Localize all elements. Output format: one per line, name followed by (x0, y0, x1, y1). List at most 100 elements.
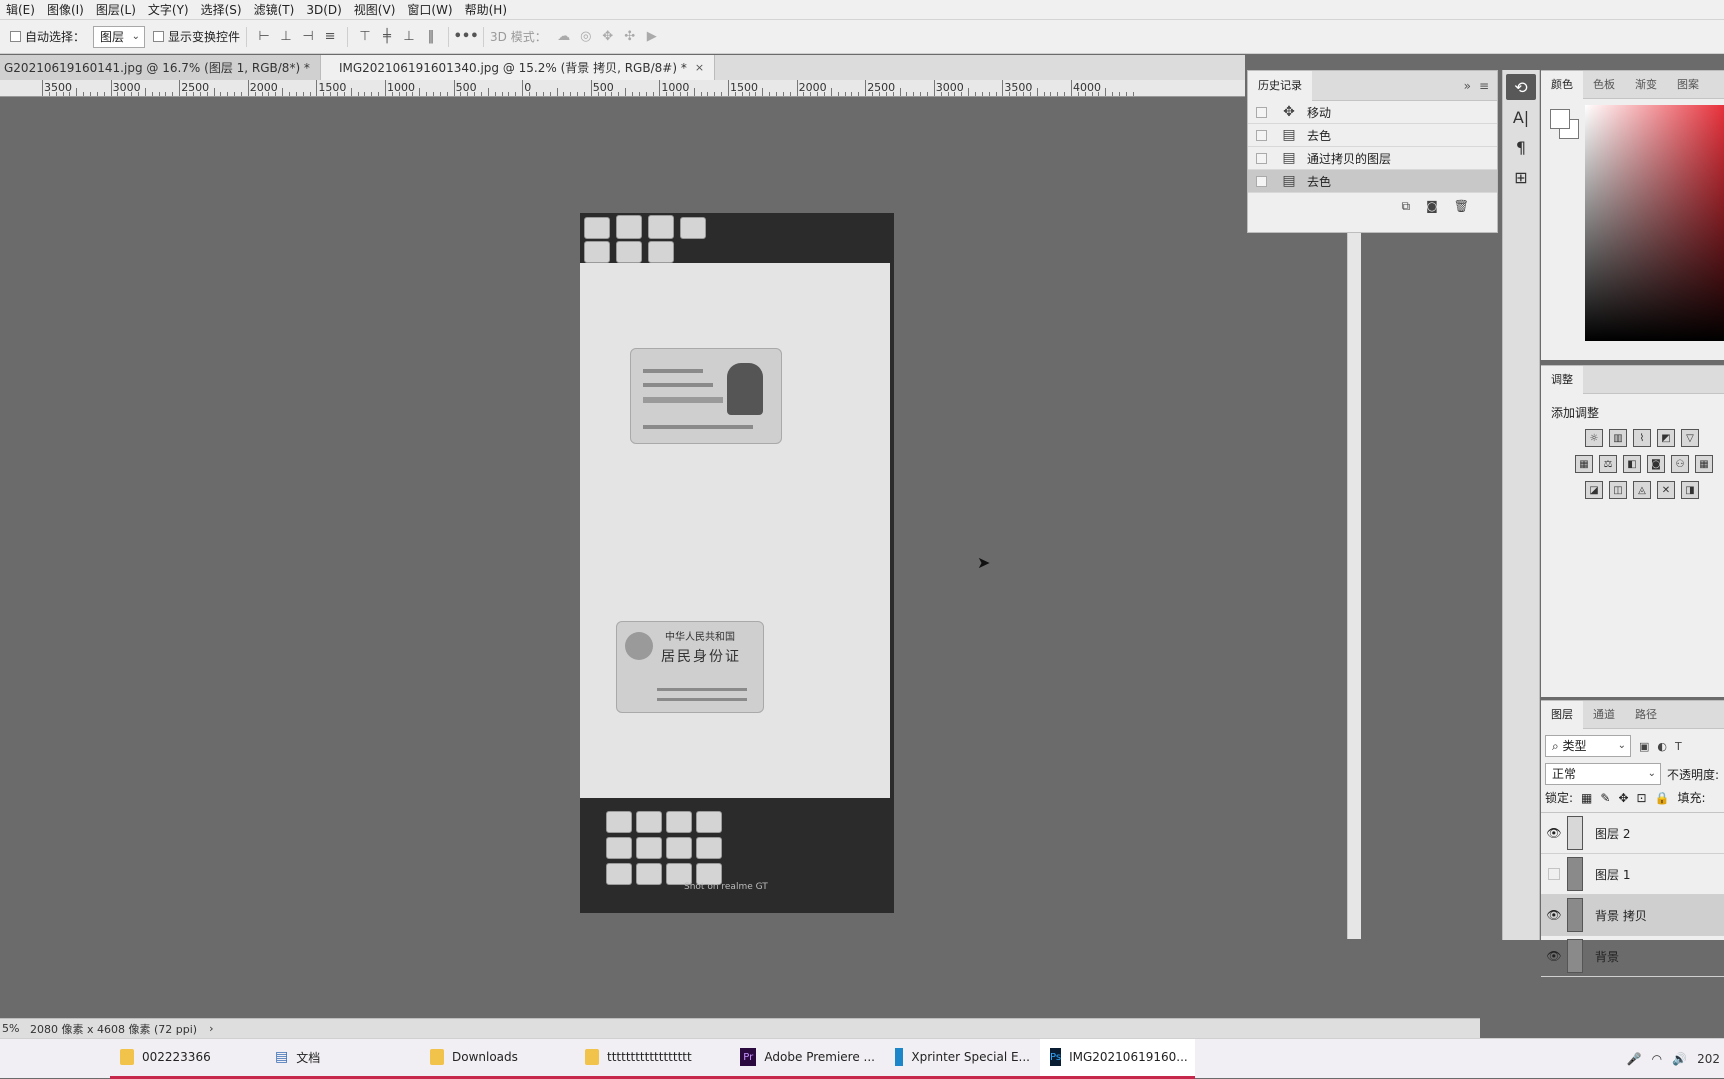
menu-window[interactable]: 窗口(W) (401, 1, 458, 18)
align-left-icon[interactable]: ⊢ (253, 26, 275, 48)
menu-select[interactable]: 选择(S) (195, 1, 248, 18)
3d-pan-icon[interactable]: ✥ (597, 26, 619, 48)
clock[interactable]: 202 (1697, 1052, 1720, 1066)
lock-paint-icon[interactable]: ✎ (1600, 791, 1610, 805)
tab-history[interactable]: 历史记录 (1248, 70, 1312, 101)
levels-icon[interactable]: ▥ (1609, 429, 1627, 447)
tab-document-1[interactable]: G20210619160141.jpg @ 16.7% (图层 1, RGB/8… (0, 55, 321, 80)
snapshot-checkbox[interactable] (1256, 152, 1267, 164)
history-icon[interactable]: ⟲ (1506, 74, 1536, 100)
blend-mode-dropdown[interactable]: 正常 ⌄ (1545, 763, 1661, 785)
snapshot-checkbox[interactable] (1256, 175, 1267, 187)
tab-color[interactable]: 颜色 (1541, 70, 1583, 99)
brightness-icon[interactable]: ☼ (1585, 429, 1603, 447)
snapshot-checkbox[interactable] (1256, 106, 1267, 118)
filter-type-icon[interactable]: T (1675, 740, 1682, 753)
new-document-icon[interactable]: ⧉ (1402, 199, 1411, 214)
snapshot-checkbox[interactable] (1256, 129, 1267, 141)
close-icon[interactable]: × (695, 56, 704, 80)
tab-channels[interactable]: 通道 (1583, 701, 1625, 729)
camera-icon[interactable]: ◙ (1426, 199, 1438, 214)
visibility-eye-icon[interactable]: 👁 (1541, 826, 1567, 840)
menu-image[interactable]: 图像(I) (41, 1, 90, 18)
visibility-eye-icon[interactable]: 👁 (1541, 949, 1567, 963)
status-menu-arrow[interactable]: › (209, 1022, 213, 1035)
taskbar-item[interactable]: Pr Adobe Premiere ... (730, 1039, 885, 1079)
document-canvas-image[interactable]: 中华人民共和国 居民身份证 Shot on realme GT (580, 213, 894, 913)
auto-select-dropdown[interactable]: 图层 ⌄ (93, 25, 146, 48)
tab-swatches[interactable]: 色板 (1583, 71, 1625, 99)
layer-filter-dropdown[interactable]: ⌕ 类型 ⌄ (1545, 735, 1631, 757)
tab-gradients[interactable]: 渐变 (1625, 71, 1667, 99)
history-item[interactable]: ▤ 通过拷贝的图层 (1248, 147, 1497, 170)
menu-edit[interactable]: 辑(E) (0, 1, 41, 18)
tab-paths[interactable]: 路径 (1625, 701, 1667, 729)
tab-patterns[interactable]: 图案 (1667, 71, 1709, 99)
invert-icon[interactable]: ◪ (1585, 481, 1603, 499)
mic-icon[interactable]: 🎤 (1627, 1052, 1642, 1066)
menu-help[interactable]: 帮助(H) (459, 1, 513, 18)
collapse-icon[interactable]: » (1464, 79, 1471, 93)
curves-icon[interactable]: ⌇ (1633, 429, 1651, 447)
selective-color-icon[interactable]: ✕ (1657, 481, 1675, 499)
taskbar-item[interactable]: ▤ 文档 (265, 1039, 420, 1079)
3d-slide-icon[interactable]: ✣ (619, 26, 641, 48)
more-options-icon[interactable]: ••• (454, 26, 479, 48)
menu-3d[interactable]: 3D(D) (300, 3, 347, 17)
tab-adjustments[interactable]: 调整 (1541, 365, 1583, 394)
panel-menu-icon[interactable]: ≡ (1479, 79, 1489, 93)
vibrance-icon[interactable]: ▽ (1681, 429, 1699, 447)
glyphs-icon[interactable]: ⊞ (1506, 164, 1536, 190)
align-right-icon[interactable]: ⊣ (297, 26, 319, 48)
filter-adjustment-icon[interactable]: ◐ (1657, 740, 1667, 753)
zoom-level[interactable]: 5% (0, 1022, 26, 1035)
lock-all-icon[interactable]: 🔒 (1655, 791, 1670, 805)
history-item-selected[interactable]: ▤ 去色 (1248, 170, 1497, 193)
layer-row[interactable]: 👁 图层 2 (1541, 813, 1724, 854)
tab-document-2[interactable]: IMG202106191601340.jpg @ 15.2% (背景 拷贝, R… (320, 55, 716, 80)
3d-scale-icon[interactable]: ▶ (641, 26, 663, 48)
align-center-icon[interactable]: ⊥ (275, 26, 297, 48)
distribute-icon[interactable]: ≡ (319, 26, 341, 48)
3d-rotate-icon[interactable]: ☁ (553, 26, 575, 48)
color-picker-field[interactable] (1585, 105, 1724, 341)
posterize-icon[interactable]: ◫ (1609, 481, 1627, 499)
layer-row-selected[interactable]: 👁 背景 拷贝 (1541, 895, 1724, 936)
photo-filter-icon[interactable]: ◙ (1647, 455, 1665, 473)
layer-row[interactable]: 图层 1 (1541, 854, 1724, 895)
taskbar-item-active[interactable]: Ps IMG20210619160... (1040, 1038, 1195, 1079)
auto-select-checkbox[interactable] (10, 31, 21, 42)
exposure-icon[interactable]: ◩ (1657, 429, 1675, 447)
distribute-vertical-icon[interactable]: ‖ (420, 26, 442, 48)
align-bottom-icon[interactable]: ⊥ (398, 26, 420, 48)
color-balance-icon[interactable]: ⚖ (1599, 455, 1617, 473)
taskbar-item[interactable]: Downloads (420, 1039, 575, 1079)
layer-row[interactable]: 👁 背景 (1541, 936, 1724, 977)
gradient-map-icon[interactable]: ◨ (1681, 481, 1699, 499)
history-item[interactable]: ▤ 去色 (1248, 124, 1497, 147)
align-top-icon[interactable]: ⊤ (354, 26, 376, 48)
hue-saturation-icon[interactable]: ▦ (1575, 455, 1593, 473)
taskbar-item[interactable]: tttttttttttttttttt (575, 1039, 730, 1079)
channel-mixer-icon[interactable]: ⚇ (1671, 455, 1689, 473)
lock-artboard-icon[interactable]: ⊡ (1637, 791, 1647, 805)
menu-type[interactable]: 文字(Y) (142, 1, 195, 18)
align-middle-icon[interactable]: ╪ (376, 26, 398, 48)
menu-filter[interactable]: 滤镜(T) (248, 1, 301, 18)
lock-position-icon[interactable]: ✥ (1618, 791, 1628, 805)
menu-layer[interactable]: 图层(L) (90, 1, 142, 18)
menu-view[interactable]: 视图(V) (348, 1, 402, 18)
paragraph-icon[interactable]: ¶ (1506, 134, 1536, 160)
threshold-icon[interactable]: ◬ (1633, 481, 1651, 499)
lock-transparent-icon[interactable]: ▦ (1581, 791, 1592, 805)
foreground-color-swatch[interactable] (1550, 109, 1570, 129)
character-icon[interactable]: A| (1506, 104, 1536, 130)
color-lookup-icon[interactable]: ▦ (1695, 455, 1713, 473)
black-white-icon[interactable]: ◧ (1623, 455, 1641, 473)
show-transform-checkbox[interactable] (153, 31, 165, 42)
filter-pixel-icon[interactable]: ▣ (1639, 740, 1649, 753)
volume-icon[interactable]: 🔊 (1672, 1052, 1687, 1066)
history-item[interactable]: ✥ 移动 (1248, 101, 1497, 124)
visibility-toggle-off[interactable] (1548, 868, 1560, 880)
tab-layers[interactable]: 图层 (1541, 700, 1583, 729)
